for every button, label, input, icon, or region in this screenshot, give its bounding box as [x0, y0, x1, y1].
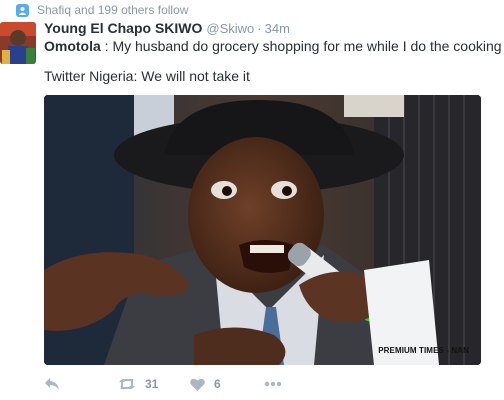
retweet-icon	[118, 378, 136, 390]
tweet-text: Omotola : My husband do grocery shopping…	[44, 37, 502, 85]
tweet-media-photo[interactable]: PREMIUM TIMES - NAN	[44, 95, 481, 365]
photo-watermark: PREMIUM TIMES - NAN	[378, 346, 469, 355]
follow-icon	[16, 3, 29, 17]
heart-icon	[190, 378, 205, 391]
retweet-count: 31	[145, 377, 159, 391]
social-context: Shafiq and 199 others follow	[16, 3, 188, 17]
tweet-actions: 31 6	[44, 375, 282, 393]
reply-icon	[44, 377, 60, 391]
reply-button[interactable]	[44, 377, 118, 391]
tweet-line-2: Twitter Nigeria: We will not take it	[44, 68, 250, 84]
tweet-quoted-name: Omotola	[44, 38, 101, 54]
header-separator: ·	[257, 21, 262, 36]
like-button[interactable]: 6	[190, 377, 264, 391]
author-username[interactable]: @Skiwo	[206, 21, 254, 36]
more-button[interactable]	[264, 381, 282, 387]
tweet-timestamp[interactable]: 34m	[265, 21, 290, 36]
social-context-text: Shafiq and 199 others follow	[37, 3, 189, 17]
tweet-line-1-text: : My husband do grocery shopping for me …	[100, 38, 502, 54]
tweet[interactable]: Shafiq and 199 others follow Young El Ch…	[0, 0, 504, 400]
retweet-button[interactable]: 31	[118, 377, 190, 391]
author-fullname[interactable]: Young El Chapo SKIWO	[44, 20, 202, 36]
like-count: 6	[214, 377, 221, 391]
tweet-line-1: Omotola : My husband do grocery shopping…	[44, 37, 502, 55]
avatar[interactable]	[0, 22, 36, 64]
more-dots-icon	[264, 381, 282, 387]
tweet-header: Young El Chapo SKIWO @Skiwo · 34m	[44, 20, 290, 38]
